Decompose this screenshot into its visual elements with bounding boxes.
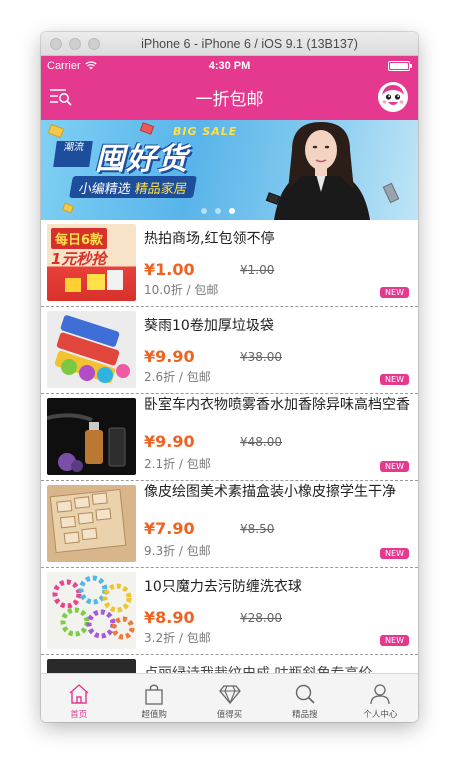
tab-home-label: 首页 <box>70 710 88 720</box>
battery-icon <box>388 61 412 71</box>
tab-worth-buying[interactable]: 值得买 <box>192 674 267 722</box>
banner-subtitle-part1: 小编精选 <box>77 182 132 197</box>
nav-bar: 一折包邮 <box>41 75 418 120</box>
product-thumbnail <box>47 659 136 673</box>
product-meta: 9.3折 / 包邮 <box>144 544 211 558</box>
tab-profile-label: 个人中心 <box>363 710 398 720</box>
product-name: 卢丽绿诗我裁纹史成 咕瓶斜角专高价 <box>144 665 410 673</box>
promo-banner[interactable]: BIG SALE 潮流 囤好货 小编精选 精品家居 <box>41 120 418 220</box>
tab-bargain-label: 超值购 <box>141 710 167 720</box>
window-controls <box>50 37 100 50</box>
product-price: ¥9.90 <box>144 347 195 366</box>
new-badge: NEW <box>380 635 409 646</box>
product-name: 10只魔力去污防缠洗衣球 <box>144 579 302 595</box>
product-original-price: ¥28.00 <box>240 611 282 625</box>
product-thumbnail <box>47 398 136 475</box>
list-item[interactable]: 像皮绘图美术素描盒装小橡皮擦学生干净 ¥7.90 ¥8.50 9.3折 / 包邮… <box>41 481 418 568</box>
product-thumbnail: 每日6款 1元秒抢 <box>47 224 136 301</box>
tab-home[interactable]: 首页 <box>41 674 116 722</box>
tab-worth-buying-label: 值得买 <box>216 710 243 720</box>
product-price: ¥1.00 <box>144 260 195 279</box>
list-item[interactable]: 卧室车内衣物喷雾香水加香除异味高档空香 ¥9.90 ¥48.00 2.1折 / … <box>41 394 418 481</box>
close-window-button[interactable] <box>50 37 62 50</box>
filter-list-icon[interactable] <box>49 87 73 107</box>
cartoon-face-icon[interactable] <box>378 82 408 112</box>
tab-search-label: 精品搜 <box>292 710 318 720</box>
banner-page-dots[interactable] <box>201 208 235 214</box>
product-thumbnail <box>47 572 136 649</box>
product-meta: 3.2折 / 包邮 <box>144 631 211 645</box>
banner-model-photo <box>274 122 370 220</box>
product-name: 像皮绘图美术素描盒装小橡皮擦学生干净 <box>144 484 396 500</box>
banner-dot-3[interactable] <box>229 208 235 214</box>
home-icon <box>69 684 89 704</box>
product-original-price: ¥48.00 <box>240 435 282 449</box>
minimize-window-button[interactable] <box>69 37 81 50</box>
tab-bargain[interactable]: 超值购 <box>116 674 191 722</box>
simulator-window: iPhone 6 - iPhone 6 / iOS 9.1 (13B137) C… <box>41 32 418 722</box>
product-original-price: ¥1.00 <box>240 263 275 277</box>
product-name: 葵雨10卷加厚垃圾袋 <box>144 318 274 334</box>
banner-dot-1[interactable] <box>201 208 207 214</box>
tab-bar: 首页 超值购 值得买 精品搜 个人中心 <box>41 673 418 722</box>
tab-search[interactable]: 精品搜 <box>267 674 342 722</box>
banner-subtitle: 小编精选 精品家居 <box>69 176 198 198</box>
tab-profile[interactable]: 个人中心 <box>343 674 418 722</box>
product-price: ¥7.90 <box>144 519 195 538</box>
new-badge: NEW <box>380 374 409 385</box>
product-name: 卧室车内衣物喷雾香水加香除异味高档空香 <box>144 397 410 413</box>
new-badge: NEW <box>380 548 409 559</box>
product-meta: 2.1折 / 包邮 <box>144 457 211 471</box>
person-icon <box>370 684 390 705</box>
product-thumbnail <box>47 311 136 388</box>
banner-headline: 囤好货 <box>95 142 188 177</box>
product-meta: 10.0折 / 包邮 <box>144 283 219 297</box>
product-thumbnail <box>47 485 136 562</box>
status-bar: Carrier 4:30 PM <box>41 56 418 75</box>
diamond-icon <box>218 685 241 705</box>
product-list[interactable]: 每日6款 1元秒抢 热拍商场,红包领不停 ¥1.00 ¥1.00 10.0折 /… <box>41 220 418 673</box>
banner-subtitle-part2: 精品家居 <box>133 182 189 197</box>
new-badge: NEW <box>380 461 409 472</box>
list-item[interactable]: 葵雨10卷加厚垃圾袋 ¥9.90 ¥38.00 2.6折 / 包邮 NEW <box>41 307 418 394</box>
product-original-price: ¥38.00 <box>240 350 282 364</box>
list-item[interactable]: 10只魔力去污防缠洗衣球 ¥8.90 ¥28.00 3.2折 / 包邮 NEW <box>41 568 418 655</box>
product-original-price: ¥8.50 <box>240 522 275 536</box>
list-item[interactable]: 每日6款 1元秒抢 热拍商场,红包领不停 ¥1.00 ¥1.00 10.0折 /… <box>41 220 418 307</box>
product-meta: 2.6折 / 包邮 <box>144 370 211 384</box>
search-icon <box>295 684 315 704</box>
page-title: 一折包邮 <box>195 90 264 110</box>
product-price: ¥9.90 <box>144 432 195 451</box>
list-item[interactable]: 卢丽绿诗我裁纹史成 咕瓶斜角专高价 <box>41 655 418 673</box>
banner-dot-2[interactable] <box>215 208 221 214</box>
window-titlebar: iPhone 6 - iPhone 6 / iOS 9.1 (13B137) <box>41 32 418 56</box>
product-name: 热拍商场,红包领不停 <box>144 231 275 247</box>
status-time: 4:30 PM <box>208 59 251 72</box>
shopping-bag-icon <box>145 684 163 705</box>
new-badge: NEW <box>380 287 409 298</box>
product-price: ¥8.90 <box>144 608 195 627</box>
zoom-window-button[interactable] <box>88 37 100 50</box>
banner-badge: 潮流 <box>53 141 93 167</box>
